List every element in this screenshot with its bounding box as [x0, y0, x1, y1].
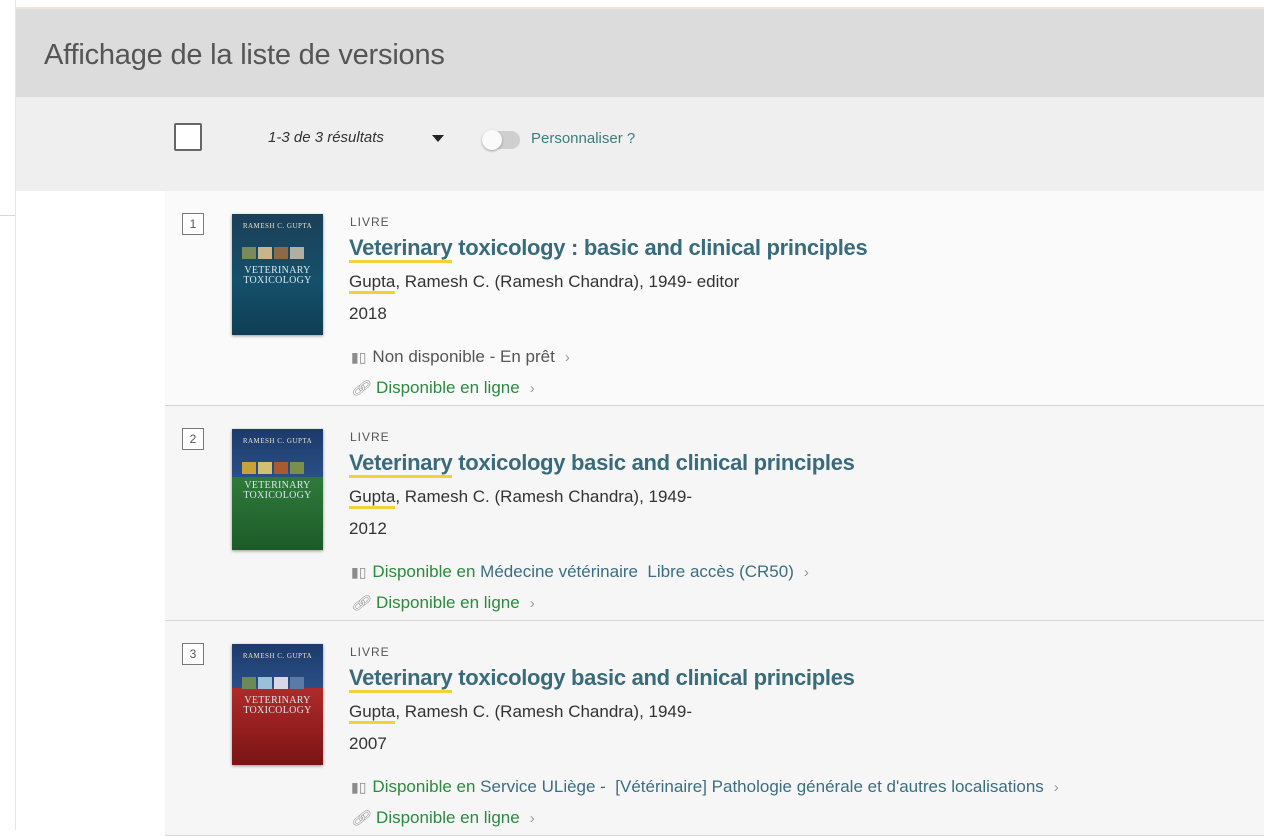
cover-author: RAMESH C. GUPTA	[242, 652, 313, 660]
results-toolbar: 1-3 de 3 résultats Personnaliser ?	[16, 97, 1264, 191]
book-author: Gupta, Ramesh C. (Ramesh Chandra), 1949-	[349, 702, 692, 724]
result-number[interactable]: 2	[182, 428, 204, 450]
left-panel-edge	[0, 0, 16, 830]
resource-type: LIVRE	[350, 215, 390, 229]
publication-year: 2007	[349, 734, 387, 753]
results-count: 1-3 de 3 résultats	[268, 129, 384, 146]
book-title-link[interactable]: Veterinary toxicology : basic and clinic…	[349, 235, 868, 263]
results-list: 1 RAMESH C. GUPTA VETERINARY TOXICOLOGY L…	[165, 191, 1264, 836]
book-cover-image[interactable]: RAMESH C. GUPTA VETERINARY TOXICOLOGY	[232, 429, 323, 550]
chevron-right-icon[interactable]: ›	[565, 349, 570, 366]
online-availability-link[interactable]: 🔗︎ Disponible en ligne ›	[351, 808, 535, 828]
cover-author: RAMESH C. GUPTA	[242, 437, 313, 445]
availability-status[interactable]: Disponible en	[372, 777, 475, 796]
author-highlight: Gupta	[349, 702, 396, 724]
result-number[interactable]: 1	[182, 213, 204, 235]
book-author: Gupta, Ramesh C. (Ramesh Chandra), 1949-	[349, 487, 692, 509]
link-icon: 🔗︎	[351, 595, 371, 612]
title-rest[interactable]: toxicology basic and clinical principles	[452, 450, 855, 475]
chevron-right-icon[interactable]: ›	[804, 564, 809, 581]
book-title-link[interactable]: Veterinary toxicology basic and clinical…	[349, 665, 855, 693]
page-header: Affichage de la liste de versions	[16, 9, 1264, 97]
cover-photos	[242, 246, 313, 259]
result-number[interactable]: 3	[182, 643, 204, 665]
book-shelf-icon: ▮▯	[351, 779, 367, 795]
left-panel-divider	[0, 0, 15, 216]
link-icon: 🔗︎	[351, 810, 371, 827]
online-label[interactable]: Disponible en ligne	[376, 378, 520, 397]
publication-year: 2012	[349, 519, 387, 538]
cover-title: VETERINARY TOXICOLOGY	[243, 695, 312, 716]
author-highlight: Gupta	[349, 487, 396, 509]
chevron-right-icon[interactable]: ›	[530, 595, 535, 612]
availability-link[interactable]: ▮▯ Disponible en Service ULiège - [Vétéri…	[351, 777, 1059, 797]
book-shelf-icon: ▮▯	[351, 564, 367, 580]
title-highlight[interactable]: Veterinary	[349, 450, 453, 478]
result-item[interactable]: 3 RAMESH C. GUPTA VETERINARY TOXICOLOGY L…	[165, 621, 1264, 836]
online-label[interactable]: Disponible en ligne	[376, 593, 520, 612]
availability-link[interactable]: ▮▯ Disponible en Médecine vétérinaire Lib…	[351, 562, 809, 582]
title-highlight[interactable]: Veterinary	[349, 235, 453, 263]
chevron-right-icon[interactable]: ›	[530, 810, 535, 827]
cover-photos	[242, 676, 313, 689]
cover-title: VETERINARY TOXICOLOGY	[243, 265, 312, 286]
personalize-label[interactable]: Personnaliser ?	[531, 130, 635, 147]
chevron-right-icon[interactable]: ›	[530, 380, 535, 397]
title-rest[interactable]: toxicology : basic and clinical principl…	[452, 235, 868, 260]
result-item[interactable]: 2 RAMESH C. GUPTA VETERINARY TOXICOLOGY L…	[165, 406, 1264, 621]
availability-status[interactable]: Non disponible - En prêt	[372, 347, 554, 366]
online-availability-link[interactable]: 🔗︎ Disponible en ligne ›	[351, 593, 535, 613]
select-all-checkbox[interactable]	[174, 123, 202, 151]
book-cover-image[interactable]: RAMESH C. GUPTA VETERINARY TOXICOLOGY	[232, 214, 323, 335]
availability-status[interactable]: Disponible en	[372, 562, 475, 581]
cover-author: RAMESH C. GUPTA	[242, 222, 313, 230]
page-title: Affichage de la liste de versions	[44, 39, 445, 71]
resource-type: LIVRE	[350, 430, 390, 444]
toggle-knob	[482, 130, 502, 150]
availability-location[interactable]: Service ULiège - [Vétérinaire] Pathologi…	[480, 777, 1044, 796]
title-highlight[interactable]: Veterinary	[349, 665, 453, 693]
caret-down-icon[interactable]	[432, 135, 444, 142]
author-rest: , Ramesh C. (Ramesh Chandra), 1949-	[395, 702, 692, 721]
book-shelf-icon: ▮▯	[351, 349, 367, 365]
cover-title: VETERINARY TOXICOLOGY	[243, 480, 312, 501]
chevron-right-icon[interactable]: ›	[1054, 779, 1059, 796]
publication-year: 2018	[349, 304, 387, 323]
link-icon: 🔗︎	[351, 380, 371, 397]
availability-link[interactable]: ▮▯ Non disponible - En prêt ›	[351, 347, 570, 367]
availability-location[interactable]: Médecine vétérinaire Libre accès (CR50)	[480, 562, 794, 581]
online-label[interactable]: Disponible en ligne	[376, 808, 520, 827]
result-item[interactable]: 1 RAMESH C. GUPTA VETERINARY TOXICOLOGY L…	[165, 191, 1264, 406]
personalize-toggle[interactable]	[482, 130, 520, 150]
author-highlight: Gupta	[349, 272, 396, 294]
author-rest: , Ramesh C. (Ramesh Chandra), 1949- edit…	[395, 272, 740, 291]
book-cover-image[interactable]: RAMESH C. GUPTA VETERINARY TOXICOLOGY	[232, 644, 323, 765]
author-rest: , Ramesh C. (Ramesh Chandra), 1949-	[395, 487, 692, 506]
book-author: Gupta, Ramesh C. (Ramesh Chandra), 1949-…	[349, 272, 740, 294]
cover-photos	[242, 461, 313, 474]
online-availability-link[interactable]: 🔗︎ Disponible en ligne ›	[351, 378, 535, 398]
title-rest[interactable]: toxicology basic and clinical principles	[452, 665, 855, 690]
resource-type: LIVRE	[350, 645, 390, 659]
book-title-link[interactable]: Veterinary toxicology basic and clinical…	[349, 450, 855, 478]
